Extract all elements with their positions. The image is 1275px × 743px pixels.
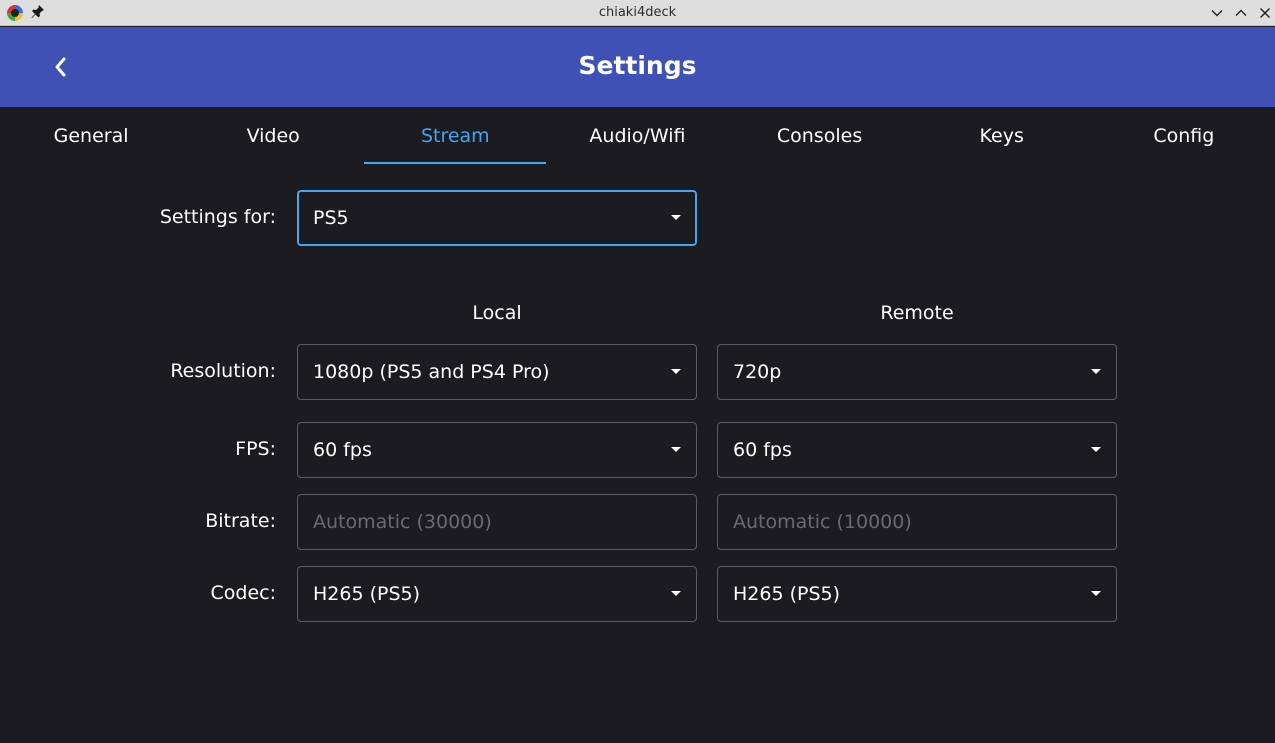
remote-codec-dropdown[interactable]: H265 (PS5) — [717, 566, 1117, 622]
maximize-button[interactable] — [1231, 3, 1251, 23]
page-title: Settings — [578, 51, 697, 80]
caret-down-icon — [671, 591, 681, 596]
resolution-label: Resolution: — [170, 360, 276, 382]
caret-down-icon — [671, 215, 681, 220]
caret-down-icon — [671, 369, 681, 374]
caret-down-icon — [671, 447, 681, 452]
local-bitrate-input[interactable] — [297, 494, 697, 550]
remote-bitrate-input[interactable] — [717, 494, 1117, 550]
tab-audio-wifi[interactable]: Audio/Wifi — [546, 107, 728, 165]
local-resolution-value: 1080p (PS5 and PS4 Pro) — [313, 361, 550, 383]
bitrate-label: Bitrate: — [205, 510, 276, 532]
tab-consoles[interactable]: Consoles — [729, 107, 911, 165]
tab-config[interactable]: Config — [1093, 107, 1275, 165]
settings-for-value: PS5 — [313, 207, 349, 229]
remote-column-header: Remote — [880, 302, 954, 324]
settings-for-label: Settings for: — [159, 206, 276, 228]
caret-down-icon — [1091, 447, 1101, 452]
local-fps-value: 60 fps — [313, 439, 372, 461]
local-fps-dropdown[interactable]: 60 fps — [297, 422, 697, 478]
close-button[interactable] — [1255, 3, 1275, 23]
remote-fps-dropdown[interactable]: 60 fps — [717, 422, 1117, 478]
remote-resolution-value: 720p — [733, 361, 782, 383]
chevron-up-icon — [1235, 9, 1247, 16]
tab-video[interactable]: Video — [182, 107, 364, 165]
caret-down-icon — [1091, 369, 1101, 374]
minimize-button[interactable] — [1207, 3, 1227, 23]
local-resolution-dropdown[interactable]: 1080p (PS5 and PS4 Pro) — [297, 344, 697, 400]
window-title: chiaki4deck — [598, 5, 677, 20]
remote-fps-value: 60 fps — [733, 439, 792, 461]
tab-keys[interactable]: Keys — [911, 107, 1093, 165]
local-column-header: Local — [472, 302, 522, 324]
close-icon — [1260, 8, 1270, 18]
app-header: Settings — [0, 27, 1275, 107]
local-codec-dropdown[interactable]: H265 (PS5) — [297, 566, 697, 622]
remote-codec-value: H265 (PS5) — [733, 583, 841, 605]
remote-resolution-dropdown[interactable]: 720p — [717, 344, 1117, 400]
tab-bar: General Video Stream Audio/Wifi Consoles… — [0, 107, 1275, 165]
window-titlebar: chiaki4deck — [0, 0, 1275, 26]
settings-for-dropdown[interactable]: PS5 — [297, 190, 697, 246]
codec-label: Codec: — [210, 582, 277, 604]
chevron-down-icon — [1211, 10, 1223, 17]
tab-general[interactable]: General — [0, 107, 182, 165]
fps-label: FPS: — [235, 438, 276, 460]
caret-down-icon — [1091, 591, 1101, 596]
local-codec-value: H265 (PS5) — [313, 583, 421, 605]
tab-stream[interactable]: Stream — [364, 107, 547, 165]
